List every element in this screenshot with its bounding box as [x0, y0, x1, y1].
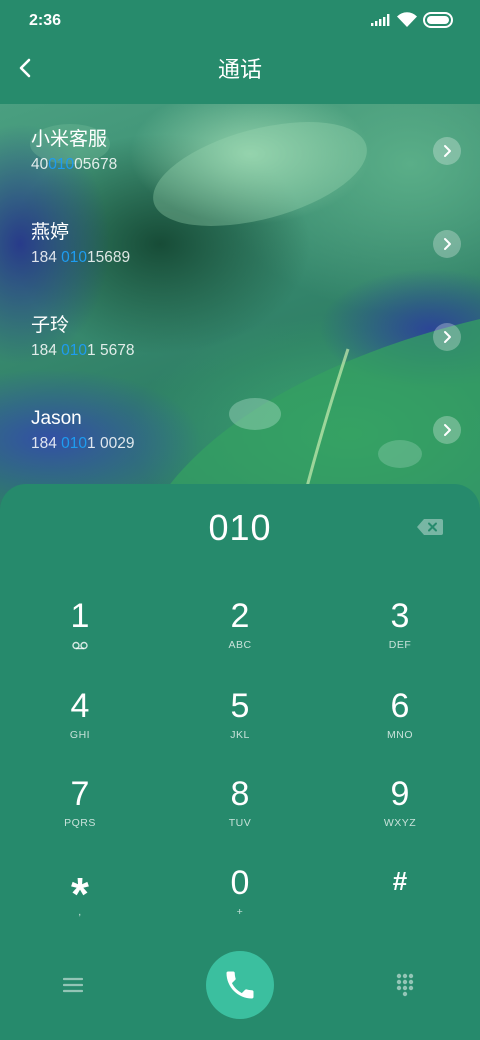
number-prefix: 184: [31, 249, 62, 266]
contact-result[interactable]: 小米客服 4001005678: [0, 117, 480, 210]
chevron-right-icon: [444, 424, 451, 436]
key-star[interactable]: * ,: [0, 857, 160, 945]
status-bar: 2:36: [0, 0, 480, 40]
backspace-icon[interactable]: [416, 518, 444, 536]
chevron-right-icon: [444, 331, 451, 343]
key-1[interactable]: 1: [0, 590, 160, 678]
key-letters: TUV: [228, 817, 252, 829]
number-suffix: 1 5678: [87, 342, 135, 359]
phone-icon: [226, 971, 254, 999]
contact-result[interactable]: 燕婷 184 01015689: [0, 210, 480, 303]
wifi-icon: [397, 12, 417, 27]
contact-detail-button[interactable]: [433, 323, 461, 351]
key-letters: MNO: [387, 729, 413, 741]
contact-number: 184 01015689: [31, 248, 130, 268]
key-digit: 9: [390, 775, 410, 813]
contact-detail-button[interactable]: [433, 416, 461, 444]
number-match: 010: [61, 249, 88, 266]
contact-detail-button[interactable]: [433, 230, 461, 258]
number-match: 010: [48, 156, 75, 173]
call-button[interactable]: [206, 951, 274, 1019]
key-5[interactable]: 5 JKL: [160, 680, 320, 768]
number-prefix: 184: [31, 435, 62, 452]
key-7[interactable]: 7 PQRS: [0, 768, 160, 856]
key-letters: GHI: [69, 729, 91, 741]
dialpad-panel: 010 1 2 ABC 3 DEF 4 GHI 5 JKL 6 MNO 7 PQ…: [0, 484, 480, 1040]
contact-number: 4001005678: [31, 155, 117, 175]
key-digit: 5: [230, 687, 250, 725]
number-match: 010: [61, 342, 88, 359]
key-letters: +: [236, 906, 244, 918]
key-digit: 4: [70, 687, 90, 725]
chevron-right-icon: [444, 145, 451, 157]
key-digit: 2: [230, 597, 250, 635]
key-6[interactable]: 6 MNO: [320, 680, 480, 768]
contact-detail-button[interactable]: [433, 137, 461, 165]
contact-number: 184 0101 0029: [31, 434, 134, 454]
contact-name: 小米客服: [31, 129, 108, 150]
contact-name: Jason: [31, 408, 82, 429]
number-suffix: 15689: [87, 249, 131, 266]
key-2[interactable]: 2 ABC: [160, 590, 320, 678]
key-digit: 7: [70, 775, 90, 813]
contact-name: 燕婷: [31, 222, 70, 243]
key-4[interactable]: 4 GHI: [0, 680, 160, 768]
key-letters: JKL: [230, 729, 250, 741]
dialed-number[interactable]: 010: [0, 506, 480, 550]
contact-number: 184 0101 5678: [31, 341, 134, 361]
key-digit: #: [392, 866, 408, 896]
key-letters: ABC: [228, 639, 252, 651]
dialpad-icon[interactable]: [396, 973, 414, 997]
key-0[interactable]: 0 +: [160, 857, 320, 945]
search-results: 小米客服 4001005678 燕婷 184 01015689 子玲 184 0…: [0, 104, 480, 514]
number-prefix: 40: [31, 156, 49, 173]
signal-icon: [371, 14, 390, 26]
key-digit: 6: [390, 687, 410, 725]
contact-result[interactable]: Jason 184 0101 0029: [0, 396, 480, 489]
key-8[interactable]: 8 TUV: [160, 768, 320, 856]
key-9[interactable]: 9 WXYZ: [320, 768, 480, 856]
number-suffix: 1 0029: [87, 435, 135, 452]
menu-icon[interactable]: [63, 977, 83, 993]
key-3[interactable]: 3 DEF: [320, 590, 480, 678]
key-letters: PQRS: [64, 817, 96, 829]
number-prefix: 184: [31, 342, 62, 359]
chevron-right-icon: [444, 238, 451, 250]
voicemail-icon: [72, 641, 88, 650]
number-suffix: 05678: [74, 156, 118, 173]
key-letters: ,: [78, 906, 82, 918]
key-digit: 1: [70, 597, 90, 635]
key-digit: 3: [390, 597, 410, 635]
key-digit: 8: [230, 775, 250, 813]
page-title: 通话: [217, 57, 262, 82]
key-hash[interactable]: #: [320, 857, 480, 945]
key-letters: WXYZ: [383, 817, 417, 829]
contact-result[interactable]: 子玲 184 0101 5678: [0, 303, 480, 396]
status-time: 2:36: [29, 12, 62, 29]
number-match: 010: [61, 435, 88, 452]
key-letters: DEF: [388, 639, 412, 651]
key-digit: 0: [230, 864, 250, 902]
header: 通话: [0, 40, 480, 104]
battery-icon: [423, 12, 453, 28]
contact-name: 子玲: [31, 315, 70, 336]
